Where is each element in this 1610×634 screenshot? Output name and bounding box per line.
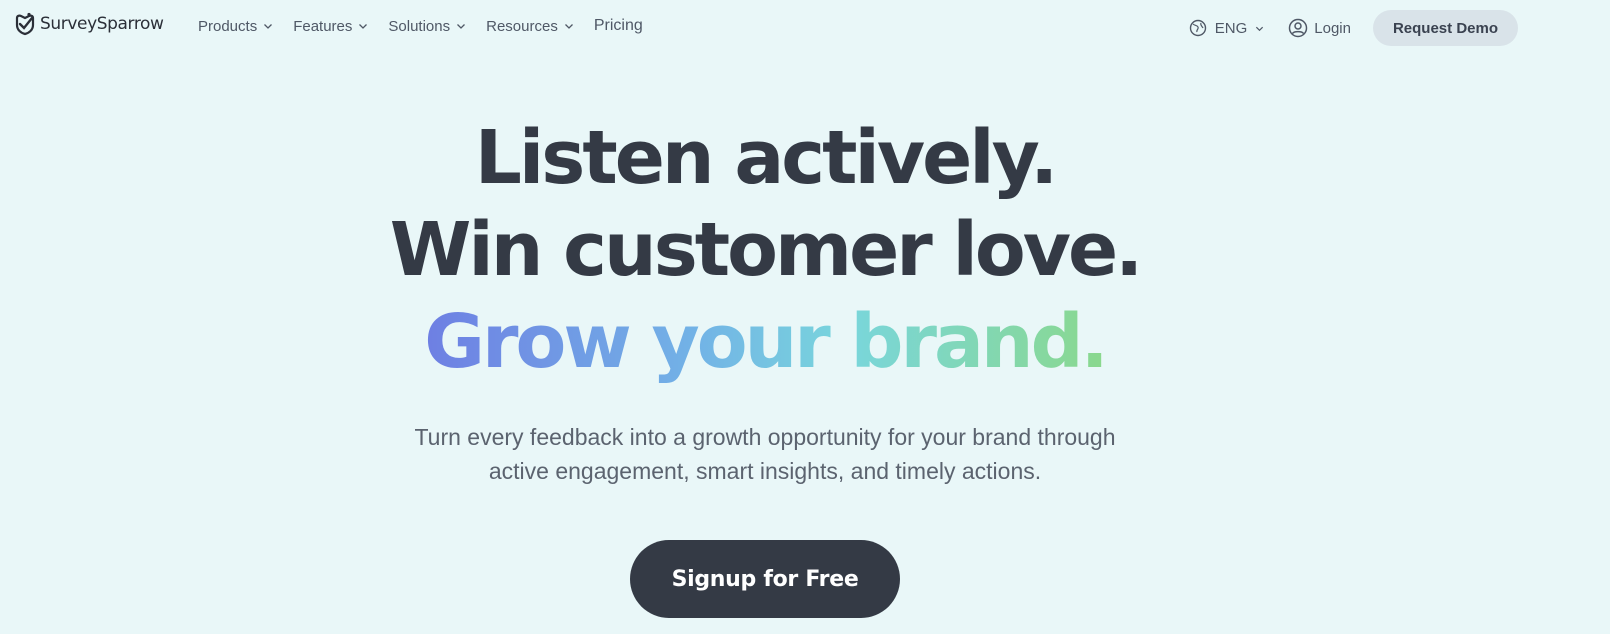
login-label: Login	[1314, 19, 1351, 37]
user-circle-icon	[1289, 18, 1308, 38]
hero-headline: Listen actively. Win customer love. Grow…	[0, 112, 1530, 388]
chevron-down-icon	[264, 24, 273, 29]
nav-resources[interactable]: Resources	[486, 18, 574, 35]
top-navbar: SurveySparrow Products Features Solution…	[0, 0, 1610, 52]
nav-features[interactable]: Features	[293, 18, 368, 35]
brand-logo[interactable]: SurveySparrow	[14, 10, 164, 38]
subtitle-line-2: active engagement, smart insights, and t…	[488, 458, 1042, 484]
nav-pricing[interactable]: Pricing	[594, 17, 643, 35]
nav-pricing-label: Pricing	[593, 17, 643, 34]
headline-line-1: Listen actively.	[474, 115, 1058, 201]
language-label: ENG	[1214, 19, 1248, 37]
language-selector[interactable]: ENG	[1189, 19, 1265, 37]
signup-button[interactable]: Signup for Free	[630, 540, 900, 618]
login-link[interactable]: Login	[1288, 18, 1351, 38]
hero-subtitle: Turn every feedback into a growth opport…	[0, 420, 1530, 488]
nav-solutions-label: Solutions	[388, 17, 451, 35]
chevron-down-icon	[359, 24, 368, 29]
sparrow-logo-icon	[15, 12, 35, 36]
headline-gradient-text: Grow your brand.	[424, 299, 1108, 385]
chevron-down-icon	[1256, 26, 1264, 31]
request-demo-button[interactable]: Request Demo	[1372, 10, 1518, 46]
subtitle-line-1: Turn every feedback into a growth opport…	[414, 424, 1116, 450]
main-menu: Products Features Solutions Resources Pr…	[198, 14, 663, 38]
headline-line-3: Grow your brand.	[0, 296, 1530, 388]
nav-actions: ENG Login Request Demo	[1189, 10, 1518, 46]
nav-products[interactable]: Products	[198, 18, 273, 35]
nav-solutions[interactable]: Solutions	[388, 18, 466, 35]
hero-section: Listen actively. Win customer love. Grow…	[0, 112, 1530, 618]
chevron-down-icon	[457, 24, 466, 29]
nav-resources-label: Resources	[486, 17, 558, 35]
chevron-down-icon	[564, 24, 573, 29]
nav-products-label: Products	[198, 17, 258, 35]
brand-name: SurveySparrow	[40, 14, 164, 34]
globe-icon	[1189, 19, 1206, 37]
nav-features-label: Features	[293, 17, 353, 35]
headline-line-2: Win customer love.	[389, 207, 1144, 293]
